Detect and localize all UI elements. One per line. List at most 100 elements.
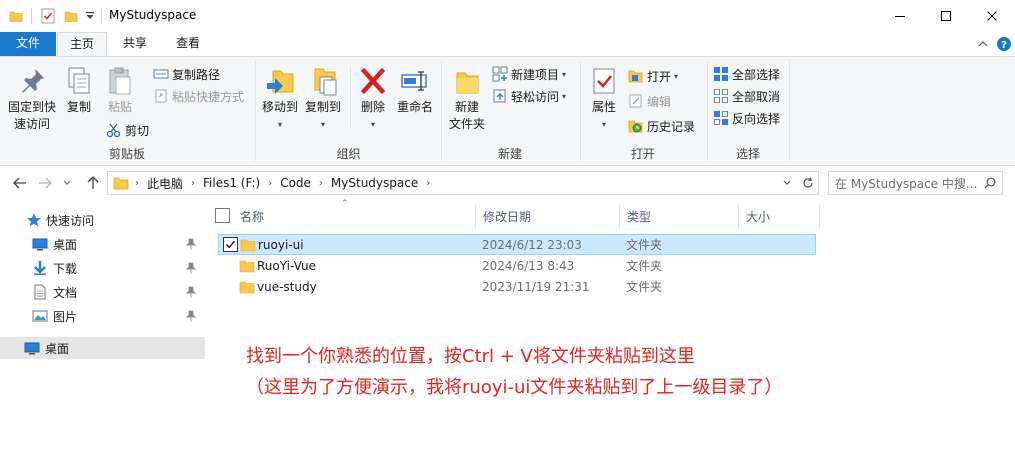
breadcrumb-this-pc[interactable]: 此电脑: [147, 175, 183, 192]
annotation-line-1: 找到一个你熟悉的位置，按Ctrl + V将文件夹粘贴到这里: [246, 346, 695, 367]
cut-label: 剪切: [125, 123, 150, 138]
up-arrow-icon[interactable]: [83, 173, 103, 193]
copy-icon: [68, 67, 90, 94]
tab-view[interactable]: 查看: [163, 32, 213, 56]
file-type: 文件夹: [626, 238, 663, 252]
nav-item-label: 快速访问: [46, 213, 95, 228]
breadcrumb-chevron-icon[interactable]: ›: [426, 178, 430, 189]
copy-button[interactable]: 复制: [62, 65, 96, 116]
recent-locations-chevron-icon[interactable]: [60, 173, 74, 193]
close-button[interactable]: [969, 0, 1015, 32]
search-input[interactable]: 在 MyStudyspace 中搜...: [835, 175, 977, 192]
paste-label: 粘贴: [107, 100, 132, 114]
cut-button[interactable]: 剪切: [106, 120, 149, 140]
search-box[interactable]: 在 MyStudyspace 中搜...: [828, 171, 1003, 195]
open-button[interactable]: 打开 ▾: [628, 66, 678, 86]
breadcrumb-drive[interactable]: Files1 (F:): [203, 176, 260, 190]
move-to-icon: [267, 70, 294, 94]
breadcrumb-code[interactable]: Code: [280, 176, 311, 190]
column-header-size[interactable]: 大小: [739, 204, 819, 229]
address-history-dropdown-icon[interactable]: [779, 175, 795, 191]
nav-item-label: 桌面: [53, 237, 78, 252]
new-folder-icon[interactable]: [62, 7, 80, 25]
properties-label: 属性: [591, 100, 616, 114]
move-to-label: 移动到: [261, 100, 298, 114]
row-checkbox[interactable]: [223, 237, 238, 252]
breadcrumb-current[interactable]: MyStudyspace: [331, 176, 418, 190]
column-header-type[interactable]: 类型: [620, 204, 738, 229]
properties-icon[interactable]: [39, 7, 57, 25]
pin-icon[interactable]: [186, 310, 196, 322]
copy-to-button[interactable]: 复制到 ▾: [302, 65, 344, 133]
select-all-checkbox[interactable]: [215, 208, 230, 223]
breadcrumb-chevron-icon[interactable]: ›: [191, 178, 195, 189]
history-button[interactable]: 历史记录: [628, 116, 695, 136]
invert-selection-button[interactable]: 反向选择: [713, 108, 780, 128]
history-icon: [628, 120, 643, 133]
new-folder-button[interactable]: 新建 文件夹: [445, 65, 489, 133]
copy-path-button[interactable]: 复制路径: [153, 64, 220, 84]
table-row[interactable]: ruoyi-ui 2024/6/12 23:03 文件夹: [218, 234, 816, 255]
delete-icon: [360, 67, 386, 95]
maximize-button[interactable]: [923, 0, 969, 32]
nav-item-desktop[interactable]: 桌面: [0, 233, 205, 255]
new-item-button[interactable]: 新建项目 ▾: [492, 64, 566, 84]
help-icon[interactable]: ?: [996, 36, 1012, 52]
new-group-label: 新建: [497, 147, 522, 161]
breadcrumb-chevron-icon[interactable]: ›: [268, 178, 272, 189]
file-name: RuoYi-Vue: [257, 259, 316, 273]
invert-selection-icon: [714, 111, 728, 125]
folder-icon: [239, 281, 255, 294]
rename-button[interactable]: 重命名: [393, 65, 437, 116]
select-all-icon: [714, 67, 728, 81]
annotation-line-2: （这里为了方便演示，我将ruoyi-ui文件夹粘贴到了上一级目录了）: [246, 377, 783, 398]
paste-shortcut-button[interactable]: 粘贴快捷方式: [153, 86, 244, 106]
minimize-button[interactable]: [877, 0, 923, 32]
tab-share[interactable]: 共享: [111, 32, 159, 56]
refresh-icon[interactable]: [800, 175, 816, 191]
nav-item-documents[interactable]: 文档: [0, 281, 205, 303]
copy-to-label: 复制到: [304, 100, 341, 114]
nav-item-downloads[interactable]: 下载: [0, 257, 205, 279]
rename-label: 重命名: [396, 100, 433, 114]
paste-shortcut-label: 粘贴快捷方式: [172, 89, 245, 104]
column-header-name[interactable]: 名称: [233, 204, 476, 229]
folder-icon[interactable]: [8, 7, 24, 25]
separator: [350, 67, 351, 127]
select-none-button[interactable]: 全部取消: [713, 86, 780, 106]
pin-icon[interactable]: [186, 286, 196, 298]
tab-home[interactable]: 主页: [57, 32, 107, 57]
nav-item-quick-access[interactable]: 快速访问: [0, 209, 205, 231]
easy-access-button[interactable]: 轻松访问 ▾: [492, 86, 566, 106]
back-arrow-icon[interactable]: [10, 173, 30, 193]
column-separator[interactable]: [819, 204, 820, 229]
address-field[interactable]: › 此电脑 › Files1 (F:) › Code › MyStudyspac…: [107, 171, 819, 195]
window-title: MyStudyspace: [109, 8, 197, 22]
move-to-button[interactable]: 移动到 ▾: [259, 65, 301, 133]
delete-button[interactable]: 删除 ▾: [355, 65, 391, 133]
breadcrumb-chevron-icon[interactable]: ›: [319, 178, 323, 189]
nav-item-desktop-root[interactable]: 桌面: [0, 337, 205, 359]
dropdown-arrow-icon: ▾: [370, 120, 375, 129]
customize-dropdown-icon[interactable]: [84, 7, 96, 25]
forward-arrow-icon[interactable]: [35, 173, 55, 193]
edit-button[interactable]: 编辑: [628, 91, 671, 111]
pin-icon[interactable]: [186, 262, 196, 274]
rename-icon: [401, 71, 427, 91]
folder-icon: [240, 239, 256, 252]
table-row[interactable]: RuoYi-Vue 2024/6/13 8:43 文件夹: [218, 256, 816, 277]
select-all-button[interactable]: 全部选择: [713, 64, 780, 84]
table-row[interactable]: vue-study 2023/11/19 21:31 文件夹: [218, 277, 816, 298]
nav-item-pictures[interactable]: 图片: [0, 305, 205, 327]
breadcrumb-chevron-icon[interactable]: ›: [135, 178, 139, 189]
pin-quick-access-button[interactable]: 固定到快 速访问: [4, 65, 60, 133]
pin-icon[interactable]: [186, 238, 196, 250]
tab-file[interactable]: 文件: [0, 32, 56, 56]
collapse-ribbon-icon[interactable]: [975, 36, 991, 52]
column-header-modified[interactable]: 修改日期: [476, 204, 619, 229]
properties-button[interactable]: 属性 ▾: [586, 65, 622, 133]
paste-button[interactable]: 粘贴: [100, 65, 140, 116]
file-modified: 2023/11/19 21:31: [482, 280, 590, 294]
easy-access-label: 轻松访问: [511, 89, 560, 104]
ribbon-tabs: 文件 主页 共享 查看 ?: [0, 32, 1015, 57]
